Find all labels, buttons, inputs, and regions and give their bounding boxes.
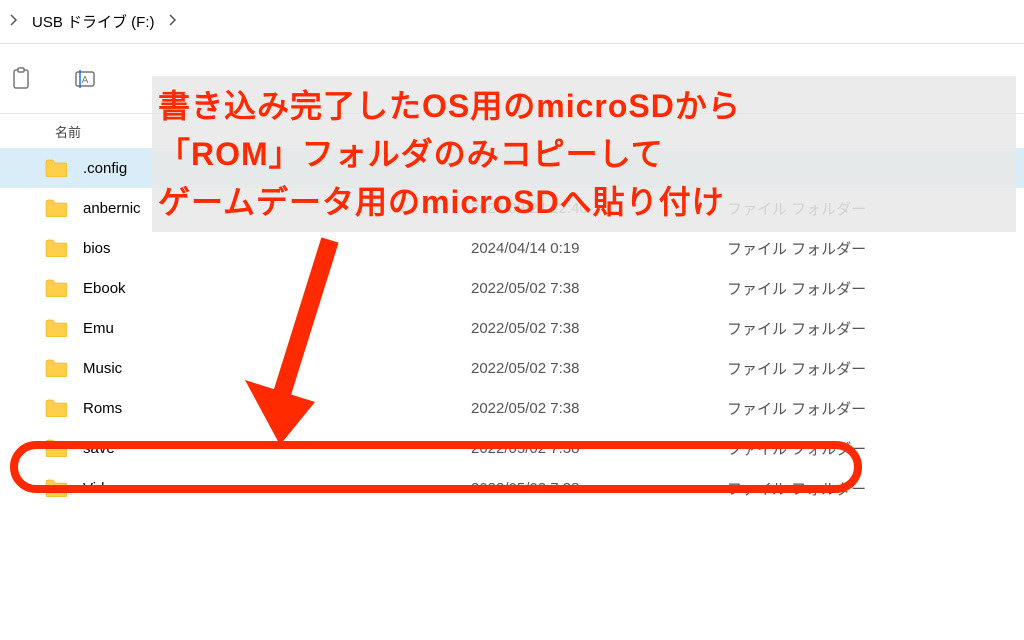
folder-name: save — [83, 440, 471, 457]
folder-date: 2022/05/02 7:38 — [471, 280, 727, 297]
folder-icon — [45, 319, 67, 337]
folder-icon — [45, 279, 67, 297]
chevron-right-icon[interactable] — [10, 14, 18, 29]
folder-name: Emu — [83, 320, 471, 337]
folder-icon — [45, 439, 67, 457]
folder-icon — [45, 479, 67, 497]
svg-text:A: A — [82, 75, 89, 86]
folder-name: Roms — [83, 400, 471, 417]
annotation-line1: 書き込み完了したOS用のmicroSDから — [158, 82, 1008, 130]
breadcrumb-bar: USB ドライブ (F:) — [0, 0, 1024, 44]
annotation-line2: 「ROM」フォルダのみコピーして — [158, 130, 1008, 178]
folder-date: 2024/04/14 0:19 — [471, 240, 727, 257]
folder-name: Video — [83, 480, 471, 497]
chevron-right-icon[interactable] — [169, 14, 177, 29]
folder-type: ファイル フォルダー — [727, 478, 1024, 499]
folder-row-save[interactable]: save 2022/05/02 7:38 ファイル フォルダー — [0, 428, 1024, 468]
folder-type: ファイル フォルダー — [727, 438, 1024, 459]
folder-row-bios[interactable]: bios 2024/04/14 0:19 ファイル フォルダー — [0, 228, 1024, 268]
folder-row-emu[interactable]: Emu 2022/05/02 7:38 ファイル フォルダー — [0, 308, 1024, 348]
folder-name: bios — [83, 240, 471, 257]
folder-type: ファイル フォルダー — [727, 358, 1024, 379]
folder-name: Music — [83, 360, 471, 377]
folder-type: ファイル フォルダー — [727, 278, 1024, 299]
folder-icon — [45, 399, 67, 417]
folder-name: Ebook — [83, 280, 471, 297]
folder-date: 2022/05/02 7:38 — [471, 440, 727, 457]
folder-icon — [45, 159, 67, 177]
folder-icon — [45, 199, 67, 217]
folder-date: 2022/05/02 7:38 — [471, 400, 727, 417]
folder-type: ファイル フォルダー — [727, 398, 1024, 419]
annotation-line3: ゲームデータ用のmicroSDへ貼り付け — [158, 178, 1008, 226]
folder-date: 2022/05/02 7:38 — [471, 320, 727, 337]
folder-type: ファイル フォルダー — [727, 238, 1024, 259]
folder-row-ebook[interactable]: Ebook 2022/05/02 7:38 ファイル フォルダー — [0, 268, 1024, 308]
rename-icon[interactable]: A — [74, 67, 98, 91]
folder-date: 2022/05/02 7:38 — [471, 480, 727, 497]
breadcrumb-usb-drive[interactable]: USB ドライブ (F:) — [32, 11, 155, 32]
folder-row-music[interactable]: Music 2022/05/02 7:38 ファイル フォルダー — [0, 348, 1024, 388]
folder-row-video[interactable]: Video 2022/05/02 7:38 ファイル フォルダー — [0, 468, 1024, 508]
folder-icon — [45, 239, 67, 257]
annotation-text: 書き込み完了したOS用のmicroSDから 「ROM」フォルダのみコピーして ゲ… — [152, 76, 1016, 232]
folder-icon — [45, 359, 67, 377]
folder-date: 2022/05/02 7:38 — [471, 360, 727, 377]
folder-type: ファイル フォルダー — [727, 318, 1024, 339]
folder-row-roms[interactable]: Roms 2022/05/02 7:38 ファイル フォルダー — [0, 388, 1024, 428]
paste-icon[interactable] — [10, 67, 34, 91]
